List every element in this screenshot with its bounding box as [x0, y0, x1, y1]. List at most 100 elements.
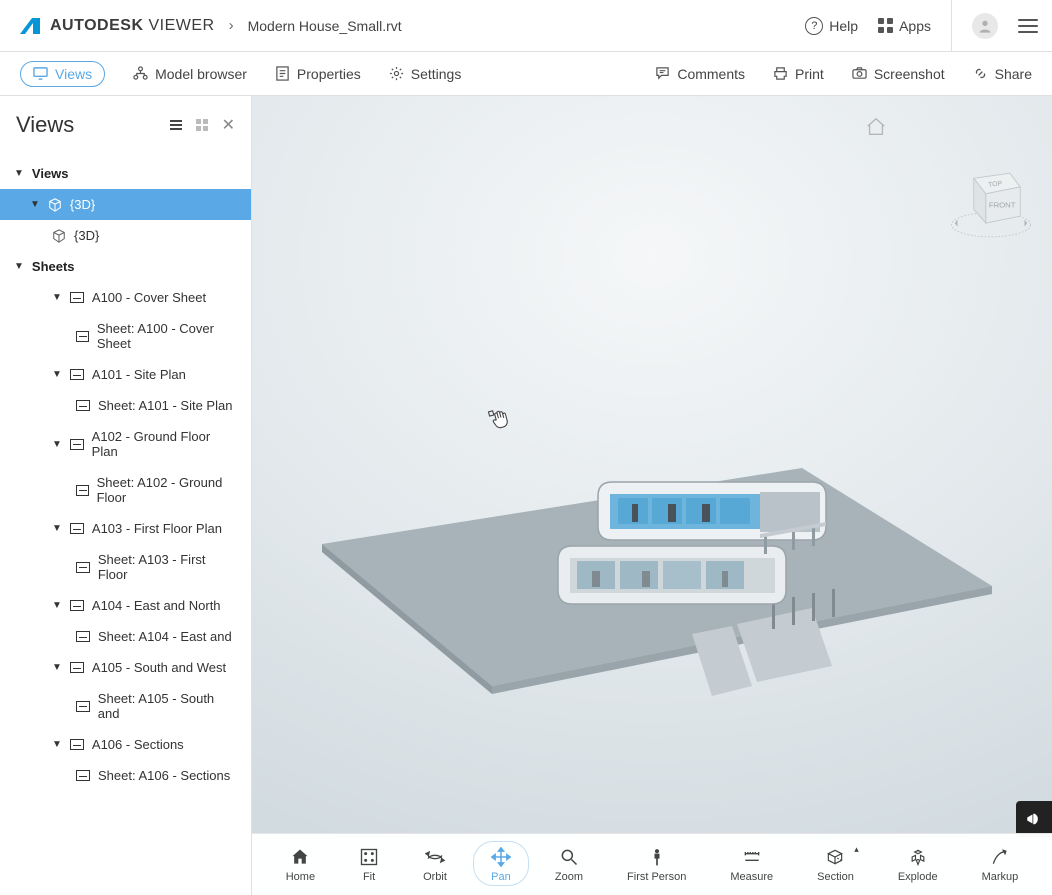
tool-zoom[interactable]: Zoom [555, 847, 583, 883]
tree-sheet-child[interactable]: Sheet: A103 - First Floor [0, 544, 251, 590]
apps-label: Apps [899, 18, 931, 34]
sheet-icon [76, 701, 90, 712]
share-button[interactable]: Share [973, 66, 1032, 82]
tree-sheet-child[interactable]: Sheet: A104 - East and [0, 621, 251, 652]
section-sheets-label: Sheets [32, 259, 75, 274]
fit-icon [359, 847, 379, 867]
tree-sheet-child[interactable]: Sheet: A100 - Cover Sheet [0, 313, 251, 359]
sheet-icon [76, 485, 89, 496]
gear-icon [389, 66, 404, 81]
tool-explode-label: Explode [898, 871, 938, 883]
tree-sheet-header-label: A105 - South and West [92, 660, 226, 675]
sheet-icon [70, 523, 84, 534]
sidebar-title: Views [16, 112, 74, 138]
tree-sheet-header[interactable]: ▼A102 - Ground Floor Plan [0, 421, 251, 467]
tree-sheet-child[interactable]: Sheet: A106 - Sections [0, 760, 251, 791]
feedback-button[interactable] [1016, 801, 1052, 837]
cube-icon [52, 229, 66, 243]
tree-sheet-child-label: Sheet: A103 - First Floor [98, 552, 237, 582]
tab-views[interactable]: Views [20, 61, 105, 87]
tool-pan[interactable]: Pan [491, 847, 511, 883]
tree-sheet-header-label: A100 - Cover Sheet [92, 290, 206, 305]
divider [951, 0, 952, 52]
tree-sheet-child-label: Sheet: A100 - Cover Sheet [97, 321, 237, 351]
sheet-icon [70, 662, 84, 673]
tree-sheet-header[interactable]: ▼A101 - Site Plan [0, 359, 251, 390]
tree-sheet-header-label: A102 - Ground Floor Plan [92, 429, 237, 459]
tree-view3d-parent[interactable]: ▼ {3D} [0, 189, 251, 220]
apps-button[interactable]: Apps [878, 18, 931, 34]
close-icon[interactable]: ✕ [222, 115, 235, 135]
caret-down-icon: ▼ [52, 662, 62, 673]
user-avatar[interactable] [972, 13, 998, 39]
tool-fit-label: Fit [363, 871, 375, 883]
sidebar: Views ✕ ▼ Views ▼ {3D} {3D} ▼ [0, 96, 252, 895]
tree-sheet-header[interactable]: ▼ A100 - Cover Sheet [0, 282, 251, 313]
tab-settings[interactable]: Settings [389, 66, 462, 82]
viewcube[interactable]: TOP FRONT [948, 156, 1034, 245]
tree-view3d-sel-label: {3D} [70, 197, 95, 212]
tab-properties[interactable]: Properties [275, 66, 361, 82]
tab-views-label: Views [55, 66, 92, 82]
tree-sheet-header[interactable]: ▼A106 - Sections [0, 729, 251, 760]
tool-first-person-label: First Person [627, 871, 686, 883]
section-sheets[interactable]: ▼ Sheets [0, 251, 251, 282]
autodesk-logo-icon [18, 14, 42, 38]
tree-sheet-header-label: A101 - Site Plan [92, 367, 186, 382]
comments-label: Comments [677, 66, 745, 82]
list-view-icon[interactable] [170, 120, 182, 130]
tool-explode[interactable]: Explode [898, 847, 938, 883]
tool-home-label: Home [286, 871, 315, 883]
tool-fit[interactable]: Fit [359, 847, 379, 883]
print-button[interactable]: Print [773, 66, 824, 82]
tab-model-browser[interactable]: Model browser [133, 66, 247, 82]
svg-text:TOP: TOP [988, 180, 1003, 188]
caret-down-icon: ▼ [52, 292, 62, 303]
tree-sheet-child[interactable]: Sheet: A105 - South and [0, 683, 251, 729]
explode-icon [908, 847, 928, 867]
camera-icon [852, 66, 867, 81]
tree-sheet-child-label: Sheet: A104 - East and [98, 629, 232, 644]
tree-sheet-header[interactable]: ▼A103 - First Floor Plan [0, 513, 251, 544]
tree-view3d-child[interactable]: {3D} [0, 220, 251, 251]
screenshot-button[interactable]: Screenshot [852, 66, 945, 82]
screenshot-label: Screenshot [874, 66, 945, 82]
tab-settings-label: Settings [411, 66, 462, 82]
tab-bar: Views Model browser Properties Settings … [0, 52, 1052, 96]
tree-sheet-header-label: A106 - Sections [92, 737, 184, 752]
home-view-icon[interactable] [865, 116, 887, 141]
top-bar: AUTODESK VIEWER › Modern House_Small.rvt… [0, 0, 1052, 52]
tree-sheet-header-label: A103 - First Floor Plan [92, 521, 222, 536]
menu-icon[interactable] [1018, 19, 1038, 33]
grid-view-icon[interactable] [196, 119, 208, 131]
comment-icon [655, 66, 670, 81]
measure-icon [742, 847, 762, 867]
tree-sheet-child-label: Sheet: A101 - Site Plan [98, 398, 232, 413]
section-views[interactable]: ▼ Views [0, 158, 251, 189]
sheet-icon [275, 66, 290, 81]
tab-model-browser-label: Model browser [155, 66, 247, 82]
help-button[interactable]: ? Help [805, 17, 858, 35]
comments-button[interactable]: Comments [655, 66, 745, 82]
tree-sheet-child[interactable]: Sheet: A102 - Ground Floor [0, 467, 251, 513]
tool-orbit[interactable]: Orbit [423, 847, 447, 883]
tree-sheet-child[interactable]: Sheet: A101 - Site Plan [0, 390, 251, 421]
tree-sheet-header[interactable]: ▼ A105 - South and West [0, 652, 251, 683]
tree: ▼ Views ▼ {3D} {3D} ▼ Sheets ▼ A100 - Cov… [0, 154, 251, 811]
tool-home[interactable]: Home [286, 847, 315, 883]
tool-markup[interactable]: Markup [982, 847, 1019, 883]
caret-down-icon: ▼ [14, 261, 24, 272]
caret-down-icon: ▼ [30, 199, 40, 210]
viewport-3d[interactable]: TOP FRONT [252, 96, 1052, 895]
chevron-right-icon: › [229, 17, 234, 34]
tool-measure[interactable]: Measure [730, 847, 773, 883]
tool-first-person[interactable]: First Person [627, 847, 686, 883]
tool-markup-label: Markup [982, 871, 1019, 883]
monitor-icon [33, 66, 48, 81]
tool-section[interactable]: ▴ Section [817, 847, 854, 883]
tool-orbit-label: Orbit [423, 871, 447, 883]
sheet-icon [76, 562, 90, 573]
cube-icon [48, 198, 62, 212]
tree-sheet-header[interactable]: ▼A104 - East and North [0, 590, 251, 621]
link-icon [973, 66, 988, 81]
